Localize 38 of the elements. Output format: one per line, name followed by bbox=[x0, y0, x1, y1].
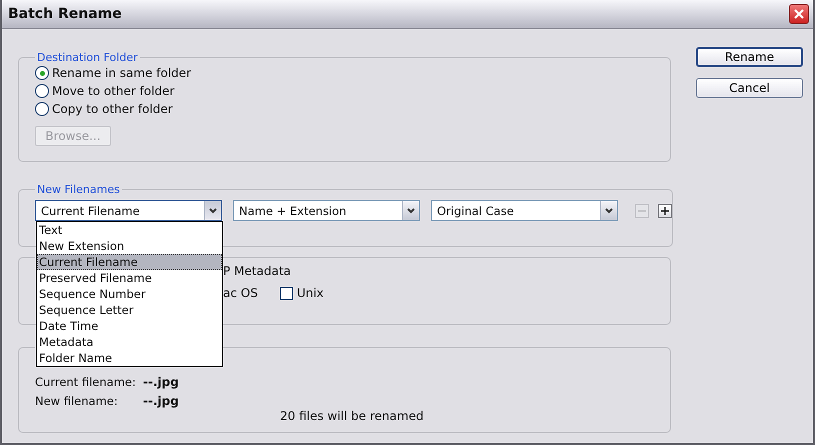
group-title: Destination Folder bbox=[37, 51, 138, 64]
chevron-down-icon bbox=[407, 208, 415, 214]
preview-value: --.jpg bbox=[143, 394, 179, 408]
checkbox-label: Unix bbox=[296, 286, 324, 300]
checkbox[interactable] bbox=[280, 286, 293, 300]
list-item[interactable]: New Extension bbox=[37, 238, 222, 254]
preview-label: New filename: bbox=[35, 394, 119, 408]
radio-button[interactable] bbox=[35, 102, 49, 116]
radio-button[interactable] bbox=[35, 84, 49, 98]
list-item[interactable]: Current Filename bbox=[37, 254, 222, 270]
window-title: Batch Rename bbox=[8, 6, 122, 22]
list-item[interactable]: Sequence Number bbox=[37, 286, 222, 302]
add-button[interactable] bbox=[658, 204, 672, 218]
radio-button[interactable] bbox=[35, 66, 49, 80]
list-item[interactable]: Preserved Filename bbox=[37, 270, 222, 286]
dropdown[interactable]: Original Case bbox=[431, 200, 618, 221]
dialog-button[interactable]: Rename bbox=[696, 47, 803, 67]
list-item[interactable]: Text bbox=[37, 222, 222, 238]
plus-icon bbox=[659, 204, 671, 216]
close-button[interactable] bbox=[789, 4, 809, 24]
list-item[interactable]: Folder Name bbox=[37, 350, 222, 366]
list-item[interactable]: Date Time bbox=[37, 318, 222, 334]
close-icon bbox=[793, 8, 805, 20]
radio-option[interactable]: Rename in same folder bbox=[35, 65, 670, 81]
list-item[interactable]: Metadata bbox=[37, 334, 222, 350]
option-label: ac OS bbox=[223, 286, 258, 300]
preview-value: --.jpg bbox=[143, 374, 179, 388]
chevron-down-icon bbox=[605, 208, 613, 214]
preview-label: Current filename: bbox=[35, 374, 137, 388]
group-title: New Filenames bbox=[37, 183, 120, 196]
radio-option[interactable]: Copy to other folder bbox=[35, 101, 670, 117]
dialog-button[interactable]: Cancel bbox=[696, 78, 803, 98]
radio-option[interactable]: Move to other folder bbox=[35, 83, 670, 99]
summary-text: 20 files will be renamed bbox=[280, 409, 425, 423]
option-label: P Metadata bbox=[223, 264, 292, 278]
chevron-down-icon bbox=[209, 208, 217, 214]
dropdown[interactable]: Name + Extension bbox=[233, 200, 420, 221]
list-item[interactable]: Sequence Letter bbox=[37, 302, 222, 318]
